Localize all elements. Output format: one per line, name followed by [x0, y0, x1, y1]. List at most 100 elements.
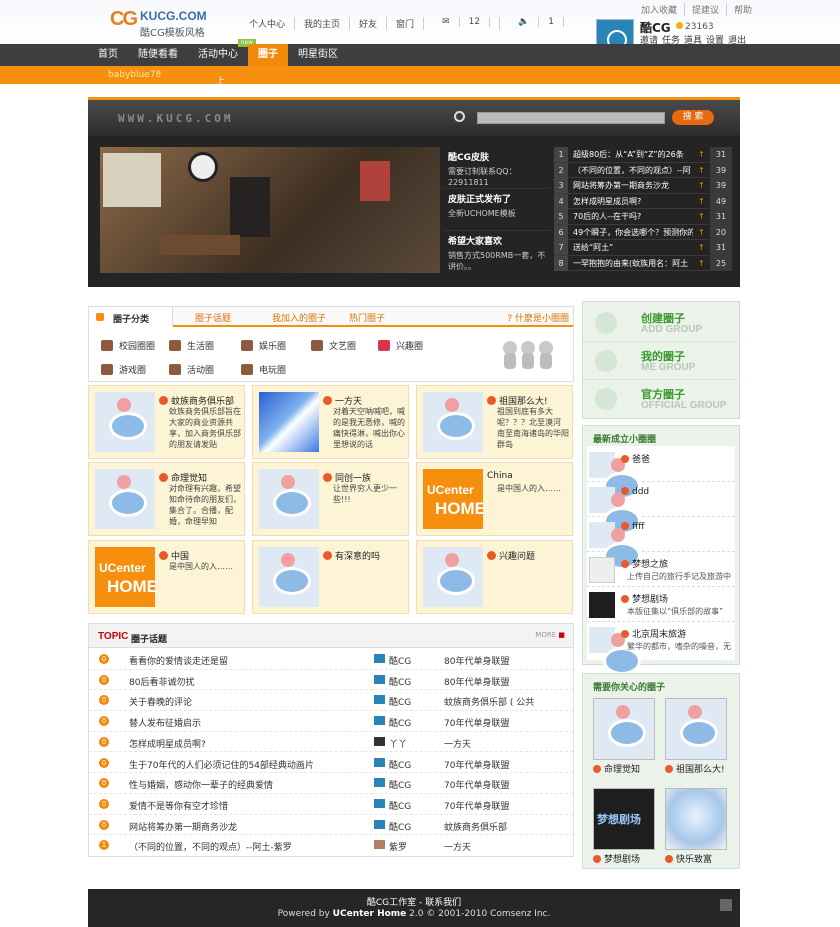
- group-thumbnail[interactable]: [95, 392, 155, 452]
- category-entertainment[interactable]: 娱乐圈: [241, 339, 286, 352]
- group-card[interactable]: China是中国人的入……: [416, 462, 573, 536]
- topic-subject[interactable]: 性与婚姻，感动你一辈子的经典爱情: [129, 778, 273, 791]
- group-thumbnail[interactable]: [259, 469, 319, 529]
- tab-categories[interactable]: 圈子分类: [89, 307, 173, 327]
- group-card[interactable]: 中国是中国人的入……: [88, 540, 245, 614]
- news-item[interactable]: 希望大家喜欢 销售方式500RMB一套，不讲价。。: [444, 231, 550, 273]
- nav-messages[interactable]: ✉ 12: [424, 17, 501, 30]
- main-nav-home[interactable]: 首页: [88, 44, 128, 66]
- group-thumbnail[interactable]: [589, 487, 641, 535]
- list-item[interactable]: 梦想之旅 上传自己的旅行手记及旅游中: [587, 553, 735, 587]
- main-nav-stars[interactable]: 明星街区: [288, 44, 348, 66]
- group-thumbnail[interactable]: [665, 698, 727, 760]
- tab-topics[interactable]: 圈子话题: [195, 311, 231, 324]
- topic-subject[interactable]: 网站将筹办第一期商务沙龙: [129, 820, 237, 833]
- group-tile[interactable]: 命理觉知: [593, 698, 657, 775]
- ranking-row[interactable]: 5 70后的人--在干吗? ↑ 31: [554, 209, 732, 225]
- nav-my-home[interactable]: 我的主页: [295, 17, 351, 30]
- news-item[interactable]: 皮肤正式发布了 全新UCHOME模板: [444, 189, 550, 231]
- topic-subject[interactable]: 生于70年代的人们必须记住的54部经典动画片: [129, 758, 314, 771]
- category-activity[interactable]: 活动圈: [169, 363, 214, 376]
- group-thumbnail[interactable]: [423, 469, 483, 529]
- nav-friends[interactable]: 好友: [350, 17, 388, 30]
- main-nav-events[interactable]: 活动中心 new: [188, 39, 256, 66]
- group-card[interactable]: 同创一族 让世界穷人更少一些!!!: [252, 462, 409, 536]
- slideshow-image[interactable]: [100, 147, 440, 273]
- group-tile[interactable]: 祖国那么大!: [665, 698, 729, 775]
- my-groups-button[interactable]: 我的圈子 ME GROUP: [583, 342, 739, 380]
- list-item[interactable]: 爸爸: [587, 448, 735, 500]
- group-thumbnail[interactable]: [259, 392, 319, 452]
- back-to-top-icon[interactable]: [720, 899, 732, 911]
- topic-subject[interactable]: 80后看非诚勿扰: [129, 675, 194, 688]
- ranking-row[interactable]: 6 49个瞬子，你会选哪个？预测你的 ↑ 20: [554, 224, 732, 240]
- group-thumbnail[interactable]: [589, 522, 641, 570]
- ranking-row[interactable]: 2 （不同的位置，不同的观点）--阿 ↑ 39: [554, 162, 732, 178]
- site-logo[interactable]: CG KUCG.COM 酷CG模板风格: [110, 6, 210, 39]
- nav-personal-center[interactable]: 个人中心: [240, 17, 296, 30]
- group-thumbnail[interactable]: [95, 469, 155, 529]
- topic-subject[interactable]: 关于春晚的评论: [129, 695, 192, 708]
- help-link[interactable]: 帮助: [727, 3, 759, 16]
- group-card[interactable]: 一方天 对着天空呐喊吧，喊的是我无悉修，喊的痛快得淋，喊出你心里想说的话: [252, 385, 409, 459]
- list-item[interactable]: 北京周末旅游 繁华的都市，嗜杂的噪音，无: [587, 623, 735, 675]
- category-interest[interactable]: 兴趣圈: [378, 339, 423, 352]
- topic-subject[interactable]: （不同的位置，不同的观点）--阿土-紫罗: [129, 840, 292, 853]
- suggest-link[interactable]: 提建议: [685, 3, 728, 16]
- ranking-row[interactable]: 1 超级80后：从“A”到“Z”的26条 ↑ 31: [554, 147, 732, 163]
- ranking-row[interactable]: 7 送给“阿土” ↑ 31: [554, 240, 732, 256]
- group-card[interactable]: 蚊族商务俱乐部 蚊族商务俱乐部旨在大家的商业资源共享，加入商务俱乐部的朋友请发贴: [88, 385, 245, 459]
- list-item[interactable]: ffff: [587, 518, 735, 570]
- table-row: 0 爱情不是等你有空才珍惜 酷CG 70年代单身联盟: [89, 794, 573, 815]
- topic-subject[interactable]: 爱情不是等你有空才珍惜: [129, 799, 228, 812]
- category-games[interactable]: 游戏圈: [101, 363, 146, 376]
- tab-joined[interactable]: 我加入的圈子: [272, 311, 326, 324]
- group-card[interactable]: 有深意的吗: [252, 540, 409, 614]
- group-thumbnail[interactable]: [665, 788, 727, 850]
- group-thumbnail[interactable]: [589, 452, 641, 500]
- main-nav-groups[interactable]: 圈子: [248, 44, 288, 66]
- group-thumbnail[interactable]: [95, 547, 155, 607]
- group-thumbnail[interactable]: [423, 547, 483, 607]
- topic-subject[interactable]: 替人发布征婚启示: [129, 716, 201, 729]
- group-card[interactable]: 命理觉知 对命理有兴趣，希望知命待命的朋友们，集合了。合播，配婚，命理早知: [88, 462, 245, 536]
- official-groups-button[interactable]: 官方圈子 OFFICIAL GROUP: [583, 380, 739, 418]
- group-tile[interactable]: 快乐致富: [665, 788, 729, 865]
- group-thumbnail[interactable]: [259, 547, 319, 607]
- tab-hot[interactable]: 热门圈子: [349, 311, 385, 324]
- group-thumbnail[interactable]: [593, 788, 655, 850]
- category-video-games[interactable]: 电玩圈: [241, 363, 286, 376]
- group-tile[interactable]: 梦想剧场: [593, 788, 657, 865]
- category-arts[interactable]: 文艺圈: [311, 339, 356, 352]
- group-thumbnail[interactable]: [589, 627, 641, 675]
- create-group-button[interactable]: 创建圈子 ADD GROUP: [583, 304, 739, 342]
- news-item[interactable]: 酷CG皮肤 需要订制联系QQ：22911811: [444, 147, 550, 189]
- group-card[interactable]: 兴趣问题: [416, 540, 573, 614]
- topic-subject[interactable]: 看看你的爱情谈走还是留: [129, 654, 228, 667]
- group-thumbnail[interactable]: [593, 698, 655, 760]
- group-icon: [323, 551, 332, 560]
- ranking-row[interactable]: 8 一罕抱抱的由来(蚊族用名：阿土 ↑ 25: [554, 255, 732, 271]
- search-button[interactable]: 搜 索: [672, 110, 714, 125]
- nav-window[interactable]: 窗门: [387, 17, 425, 30]
- group-card[interactable]: 祖国那么大! 祖国到底有多大呢？？？北至漠河 南至南海诸岛的华阳群岛: [416, 385, 573, 459]
- group-thumbnail[interactable]: [423, 392, 483, 452]
- category-campus[interactable]: 校园圈圈: [101, 339, 155, 352]
- search-input[interactable]: [477, 112, 665, 124]
- ticker-user[interactable]: babyblue78: [108, 70, 161, 80]
- list-item[interactable]: 梦想剧场 本版征集以“俱乐部的故事”: [587, 588, 735, 622]
- add-favorite-link[interactable]: 加入收藏: [634, 3, 686, 16]
- nav-notices[interactable]: 🔈 1: [500, 17, 573, 30]
- list-item[interactable]: ddd: [587, 483, 735, 535]
- ranking-row[interactable]: 3 网站将筹办第一期商务沙龙 ↑ 39: [554, 178, 732, 194]
- topic-label: TOPIC: [98, 631, 129, 642]
- group-thumbnail[interactable]: [589, 592, 615, 618]
- what-is-group-link[interactable]: ? 什麼是小圈圈: [507, 311, 569, 324]
- footer-contact[interactable]: 酷CG工作室 - 联系我们: [88, 895, 740, 908]
- main-nav-browse[interactable]: 随便看看: [128, 44, 188, 66]
- more-link[interactable]: MORE ■: [535, 631, 565, 639]
- ranking-row[interactable]: 4 怎样成明星成员啊? ↑ 49: [554, 193, 732, 209]
- category-life[interactable]: 生活圈: [169, 339, 214, 352]
- group-thumbnail[interactable]: [589, 557, 615, 583]
- topic-subject[interactable]: 怎样成明星成员啊?: [129, 737, 206, 750]
